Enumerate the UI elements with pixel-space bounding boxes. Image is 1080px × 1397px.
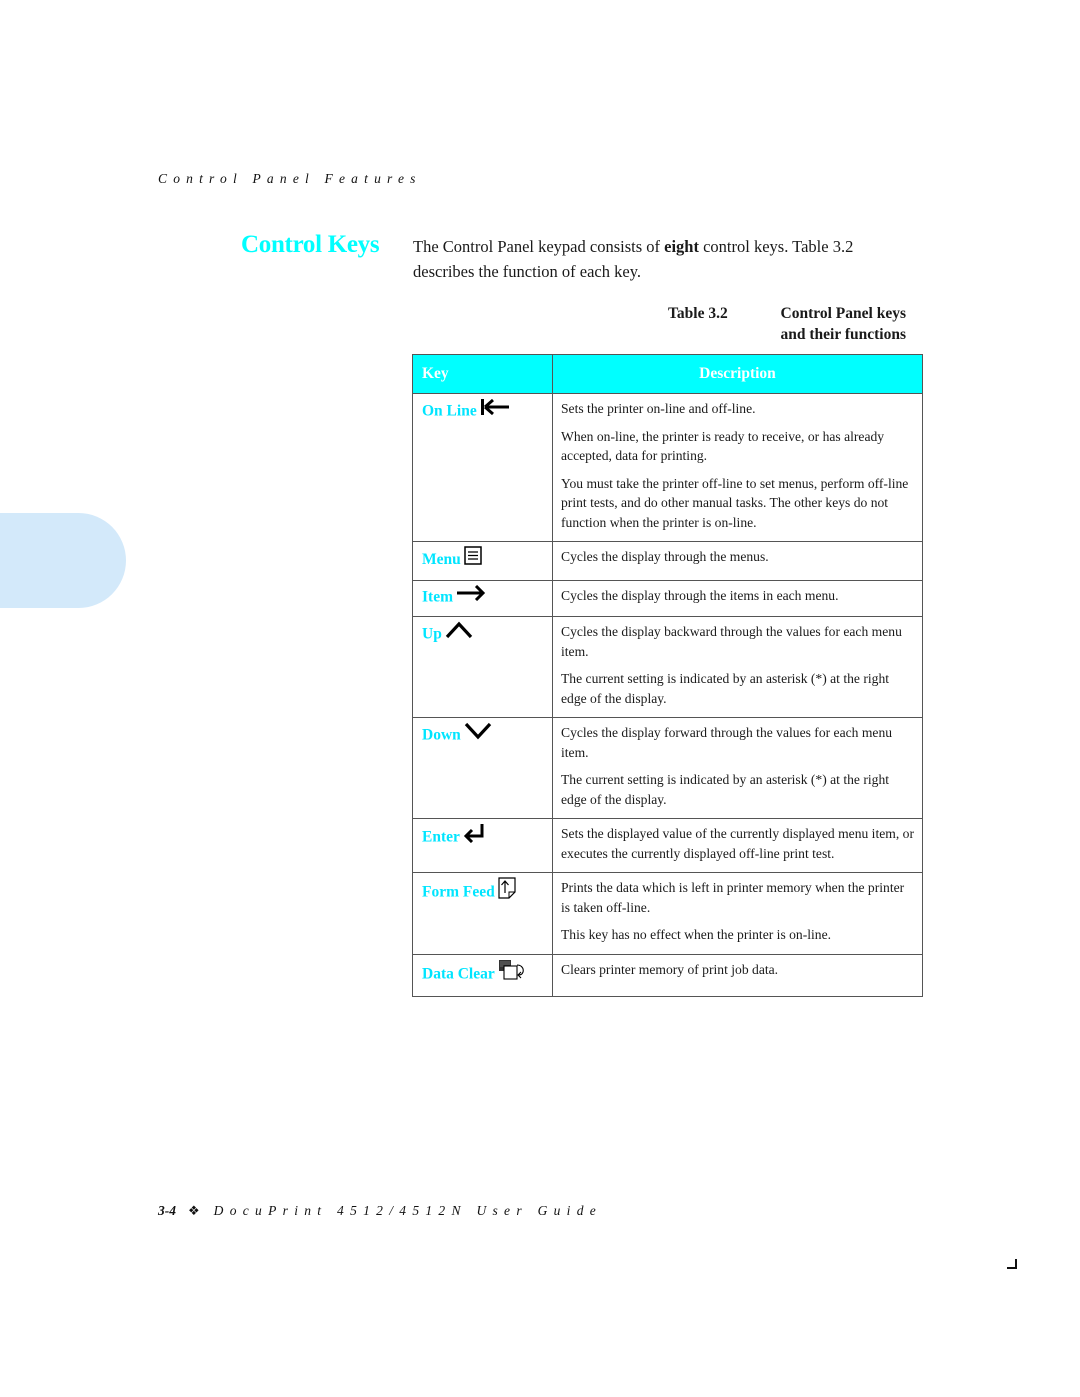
table-row: Data Clear Clears printer memory of print… [412, 953, 923, 997]
description-paragraph: This key has no effect when the printer … [561, 927, 832, 942]
key-cell: Up [412, 616, 553, 718]
description-cell: Cycles the display through the menus. [552, 541, 923, 581]
control-keys-table: Key Description On Line Sets the printer … [412, 354, 923, 997]
page-number: 3-4 [158, 1203, 176, 1218]
form-feed-page-icon [498, 877, 516, 904]
key-label: On Line [422, 402, 477, 420]
menu-lines-icon [464, 546, 482, 570]
description-cell: Cycles the display backward through the … [552, 616, 923, 718]
table-title: Control Panel keys and their functions [762, 303, 906, 345]
table-row: Form Feed Prints the data which is left i… [412, 872, 923, 955]
chevron-down-icon [464, 722, 492, 745]
intro-bold: eight [664, 237, 699, 256]
description-paragraph: When on-line, the printer is ready to re… [561, 428, 885, 464]
enter-return-icon [463, 823, 485, 848]
table-row: Down Cycles the display forward through t… [412, 717, 923, 819]
description-paragraph: The current setting is indicated by an a… [561, 671, 890, 706]
crop-mark [1007, 1259, 1017, 1269]
key-cell: On Line [412, 393, 553, 542]
key-cell: Data Clear [412, 953, 553, 997]
key-label: Enter [422, 828, 460, 846]
guide-title: DocuPrint 4512/4512N User Guide [213, 1203, 603, 1218]
header-key: Key [412, 354, 553, 394]
description-cell: Cycles the display forward through the v… [552, 717, 923, 819]
description-paragraph: Cycles the display through the menus. [561, 549, 769, 564]
key-label: Down [422, 726, 461, 744]
footer-separator-icon: ❖ [188, 1203, 200, 1218]
key-label: Menu [422, 551, 461, 568]
description-cell: Sets the printer on-line and off-line. Wh… [552, 393, 923, 542]
header-description: Description [552, 354, 923, 394]
intro-paragraph: The Control Panel keypad consists of eig… [413, 234, 913, 284]
running-head: Control Panel Features [158, 171, 422, 186]
table-header-row: Key Description [412, 354, 923, 394]
table-row: On Line Sets the printer on-line and off-… [412, 393, 923, 542]
table-row: Menu Cycles the display through the menus… [412, 541, 923, 581]
chevron-up-icon [445, 621, 473, 644]
page-footer: 3-4 ❖ DocuPrint 4512/4512N User Guide [158, 1203, 602, 1219]
description-cell: Sets the displayed value of the currentl… [552, 818, 923, 873]
key-cell: Form Feed [412, 872, 553, 955]
key-cell: Down [412, 717, 553, 819]
description-paragraph: You must take the printer off-line to se… [561, 475, 909, 530]
key-cell: Enter [412, 818, 553, 873]
table-row: Up Cycles the display backward through th… [412, 616, 923, 718]
description-paragraph: Sets the printer on-line and off-line. [561, 401, 756, 416]
table-title-line-1: Control Panel keys [780, 305, 906, 322]
description-paragraph: Sets the displayed value of the currentl… [561, 826, 914, 861]
key-cell: Item [412, 580, 553, 617]
key-label: Data Clear [422, 965, 495, 982]
key-label: Form Feed [422, 883, 495, 901]
description-paragraph: Prints the data which is left in printer… [561, 880, 905, 915]
description-cell: Cycles the display through the items in … [552, 580, 923, 617]
description-cell: Prints the data which is left in printer… [552, 872, 923, 955]
key-label: Item [422, 588, 453, 606]
description-paragraph: The current setting is indicated by an a… [561, 772, 890, 807]
arrow-right-icon [456, 584, 486, 606]
description-paragraph: Cycles the display forward through the v… [561, 725, 893, 760]
key-cell: Menu [412, 541, 553, 581]
description-paragraph: Clears printer memory of print job data. [561, 961, 779, 977]
table-row: Enter Sets the displayed value of the cur… [412, 818, 923, 873]
arrow-left-bar-icon [480, 398, 510, 421]
data-clear-icon [498, 959, 528, 986]
description-paragraph: Cycles the display backward through the … [561, 624, 902, 659]
table-title-line-2: and their functions [780, 326, 906, 343]
section-title: Control Keys [241, 231, 380, 258]
key-label: Up [422, 625, 442, 643]
intro-text-1: The Control Panel keypad consists of [413, 237, 665, 256]
table-number: Table 3.2 [668, 305, 728, 322]
description-paragraph: Cycles the display through the items in … [561, 588, 839, 603]
chapter-tab [0, 513, 126, 608]
description-cell: Clears printer memory of print job data. [552, 953, 923, 997]
table-row: Item Cycles the display through the items… [412, 580, 923, 617]
